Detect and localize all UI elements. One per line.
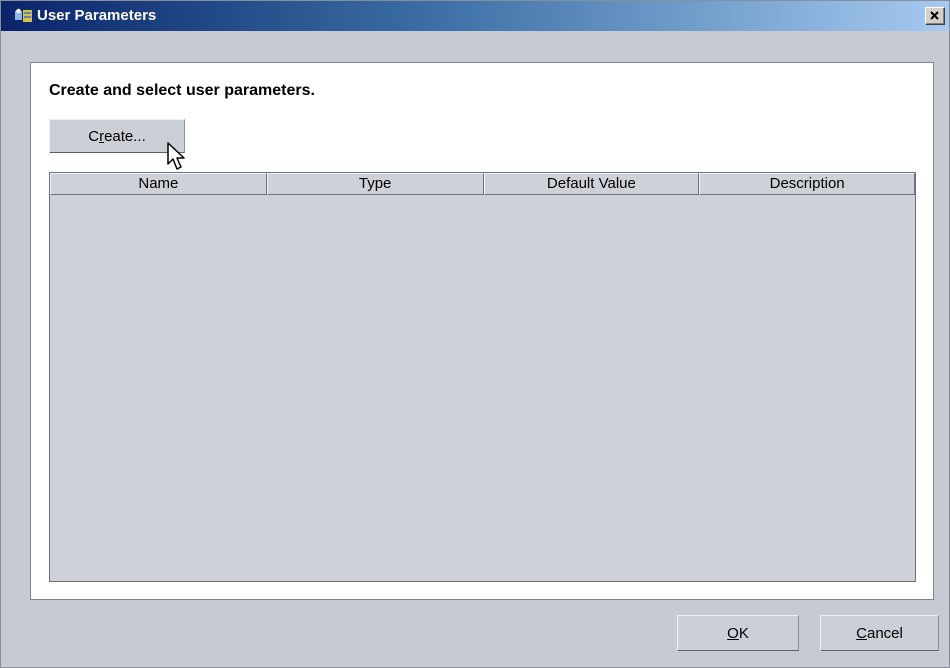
user-parameters-dialog: User Parameters Create and select user p…	[0, 0, 950, 668]
dialog-heading: Create and select user parameters.	[49, 82, 315, 99]
create-button[interactable]: Create...	[49, 119, 185, 153]
title-bar[interactable]: User Parameters	[1, 1, 949, 31]
close-icon	[930, 11, 939, 20]
table-header: Name Type Default Value Description	[50, 173, 915, 197]
cancel-button-label: Cancel	[856, 624, 903, 642]
ok-button-label: OK	[727, 624, 749, 642]
close-button[interactable]	[925, 7, 945, 25]
user-parameters-app-icon	[15, 8, 32, 22]
column-header-name[interactable]: Name	[50, 173, 267, 195]
ok-button[interactable]: OK	[677, 615, 799, 651]
column-header-default-value[interactable]: Default Value	[483, 173, 700, 195]
parameters-table[interactable]: Name Type Default Value Description	[49, 172, 916, 582]
cancel-button[interactable]: Cancel	[820, 615, 939, 651]
window-title: User Parameters	[37, 7, 157, 24]
content-panel: Create and select user parameters. Creat…	[30, 62, 934, 600]
create-button-label: Create...	[88, 127, 146, 145]
column-header-type[interactable]: Type	[266, 173, 484, 195]
column-header-description[interactable]: Description	[699, 173, 915, 195]
